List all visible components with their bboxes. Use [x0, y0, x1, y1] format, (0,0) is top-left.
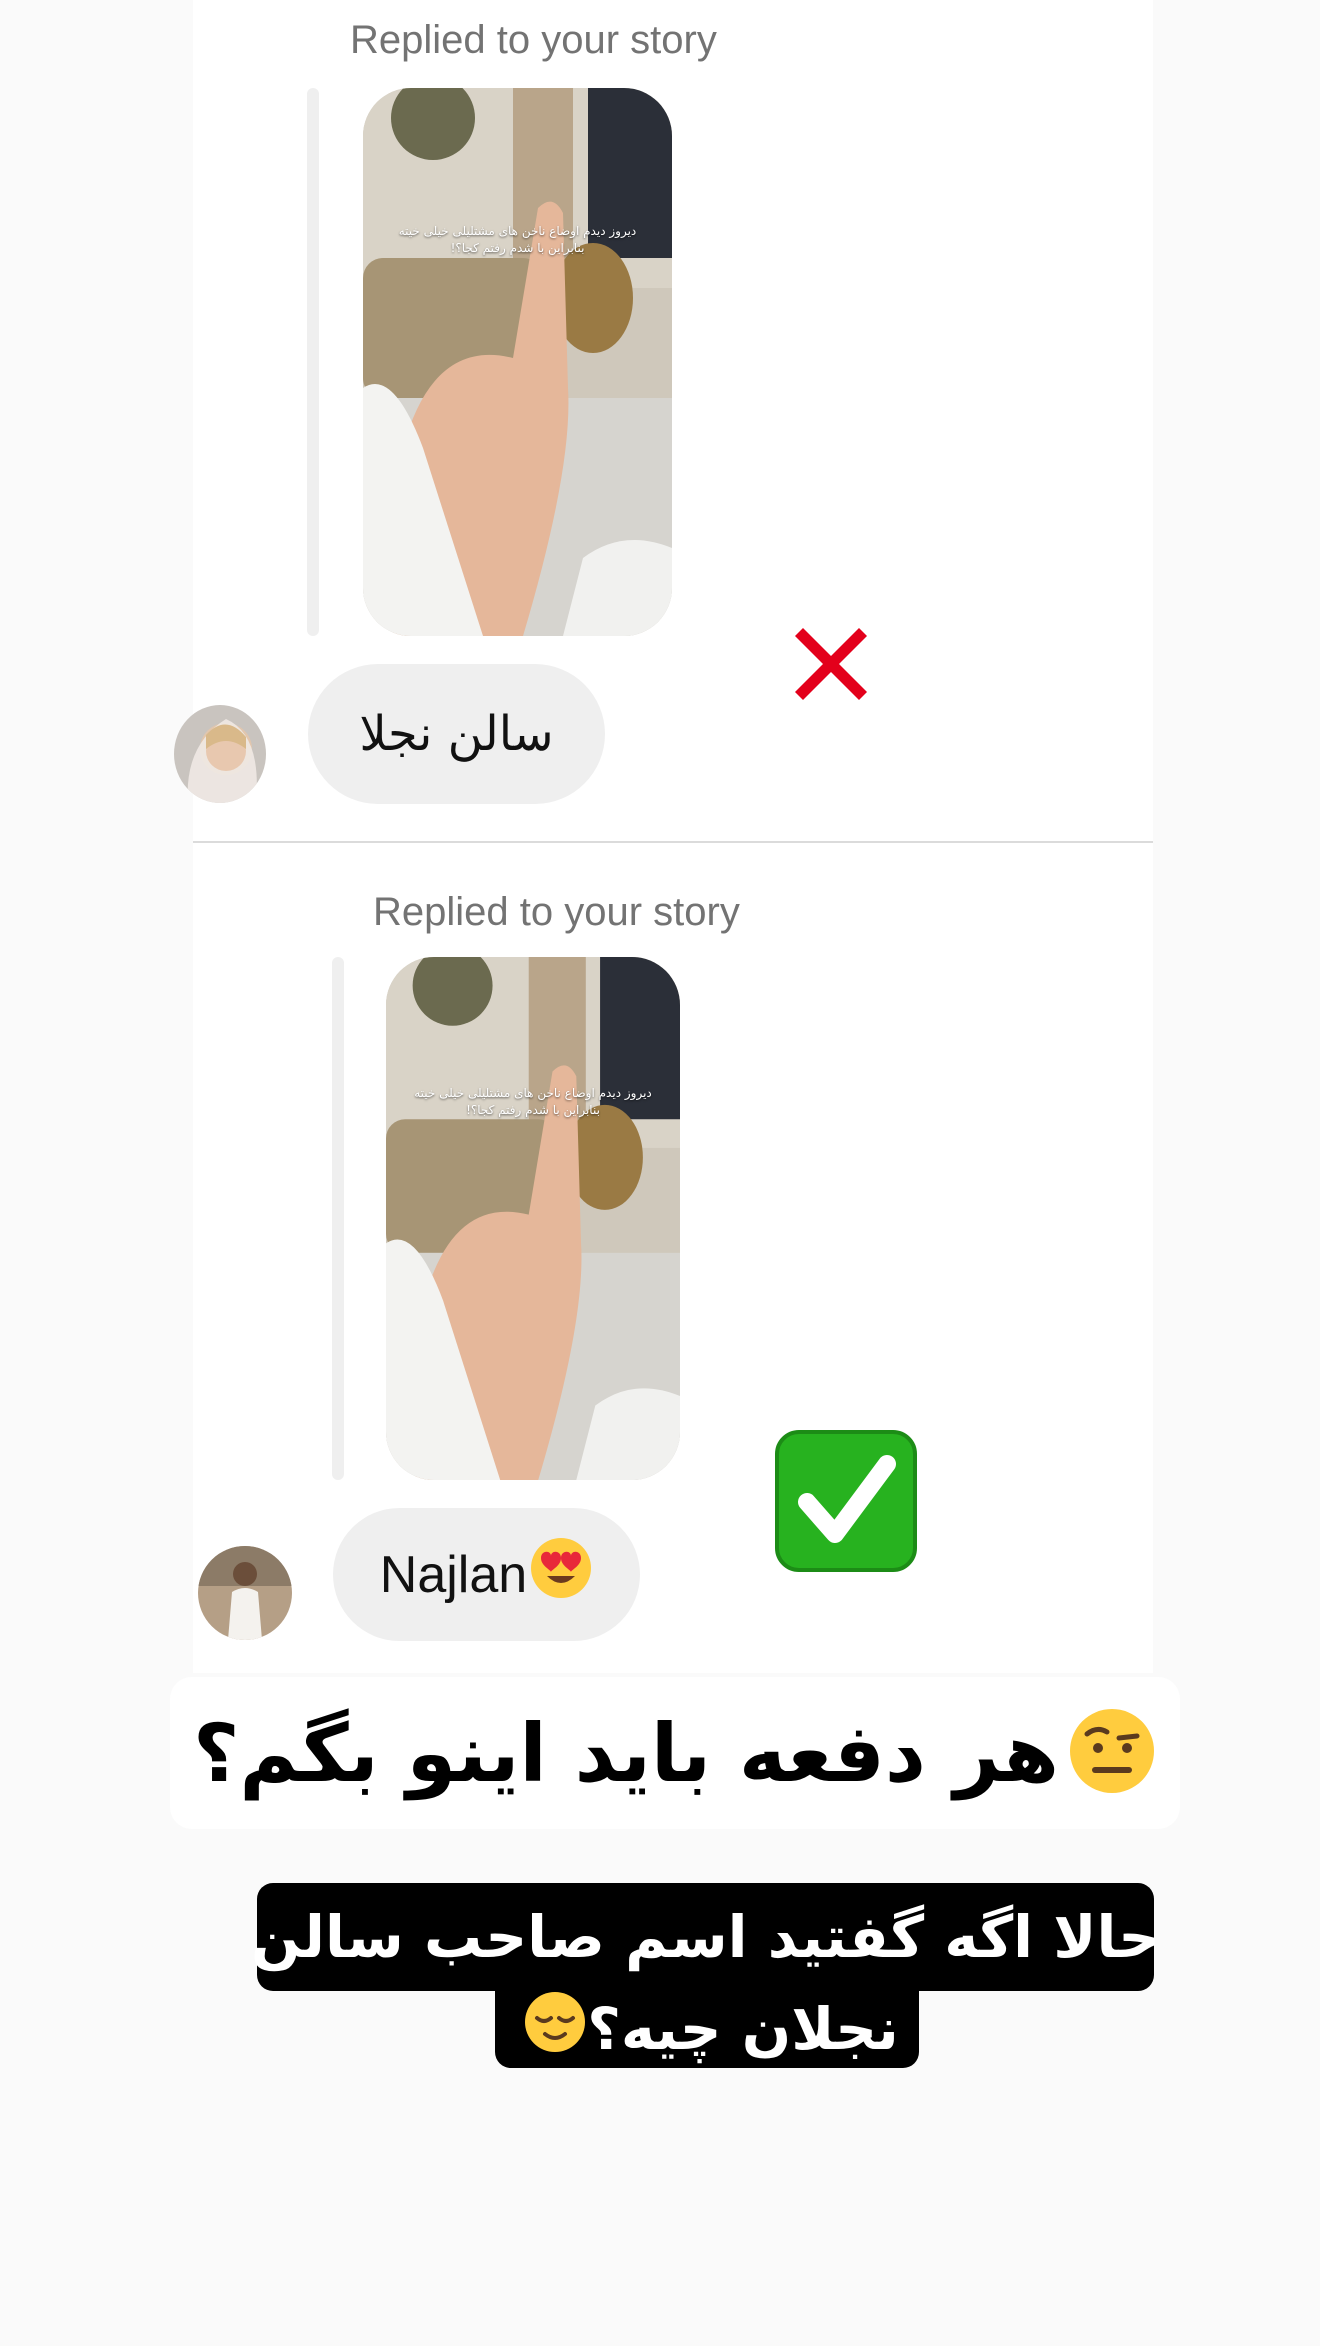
avatar[interactable] — [198, 1546, 292, 1640]
message-bubble[interactable]: سالن نجلا — [308, 664, 605, 804]
highlight-line-1: حالا اگه گفتید اسم صاحب سالن — [251, 1883, 1160, 1991]
story-thumbnail[interactable]: دیروز دیدم اوضاع ناخن های مشتلیلی خیلی خ… — [386, 957, 680, 1480]
caption-text: هر دفعه باید اینو بگم؟ — [192, 1706, 1060, 1800]
message-text: Najlan — [379, 1545, 528, 1604]
highlight-line-2: نجلان چیه؟ — [495, 1990, 919, 2068]
relieved-face-emoji-icon — [523, 1990, 587, 2068]
story-caption: دیروز دیدم اوضاع ناخن های مشتلیلی خیلی خ… — [398, 224, 637, 255]
reply-quote-bar — [332, 957, 344, 1480]
story-caption: دیروز دیدم اوضاع ناخن های مشتلیلی خیلی خ… — [414, 1086, 652, 1117]
reply-label: Replied to your story — [373, 890, 740, 934]
story-caption-card: هر دفعه باید اینو بگم؟ — [170, 1677, 1180, 1829]
story-thumbnail[interactable]: دیروز دیدم اوضاع ناخن های مشتلیلی خیلی خ… — [363, 88, 672, 636]
raised-eyebrow-emoji-icon — [1067, 1706, 1157, 1800]
heart-eyes-emoji-icon — [529, 1536, 593, 1613]
cross-mark-icon — [783, 616, 879, 712]
highlight-line-2-text: نجلان چیه؟ — [587, 1995, 899, 2063]
reply-quote-bar — [307, 88, 319, 636]
avatar[interactable] — [174, 705, 266, 803]
message-bubble[interactable]: Najlan — [333, 1508, 640, 1641]
reply-label: Replied to your story — [350, 18, 717, 62]
check-mark-button-icon — [775, 1430, 917, 1572]
